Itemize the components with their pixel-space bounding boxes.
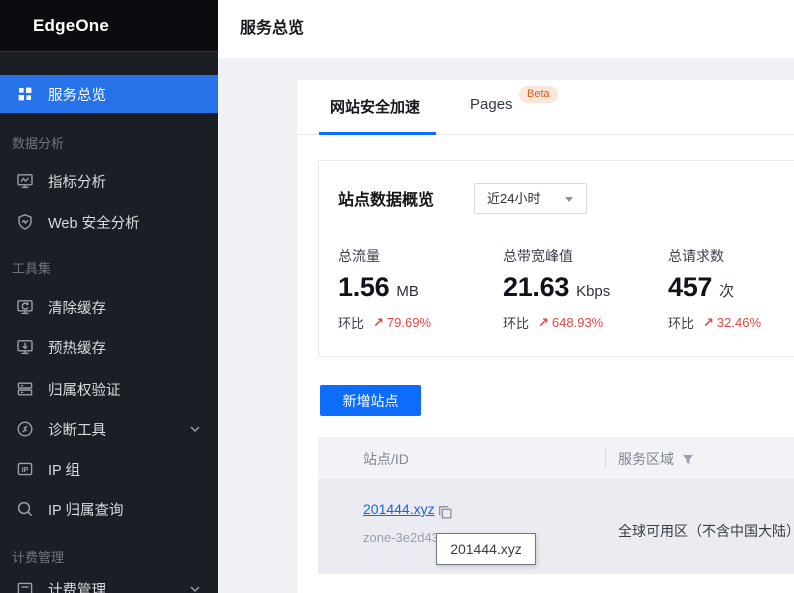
stat-compare: 环比 ↗79.69% (338, 313, 431, 332)
chevron-down-icon (190, 426, 200, 432)
sidebar-item-label: 计费管理 (48, 579, 106, 593)
time-range-select[interactable]: 近24小时 (474, 183, 587, 214)
trend-up-arrow-icon: ↗ (703, 315, 714, 331)
stat-total-requests: 总请求数 457 次 环比 ↗32.46% (668, 246, 761, 332)
stat-value: 21.63 Kbps (503, 272, 610, 302)
column-header-site-id: 站点/ID (363, 449, 409, 469)
dashboard-grid-icon (16, 85, 34, 103)
billing-icon (16, 580, 34, 593)
stat-peak-bandwidth: 总带宽峰值 21.63 Kbps 环比 ↗648.93% (503, 246, 610, 332)
sidebar-item-ownership-verification[interactable]: 归属权验证 (0, 370, 218, 408)
time-range-value: 近24小时 (487, 184, 540, 213)
stat-number: 457 (668, 272, 712, 302)
tab-pages[interactable]: Pages (470, 96, 513, 113)
sidebar-item-metrics-analysis[interactable]: 指标分析 (0, 162, 218, 200)
sidebar-item-label: IP 组 (48, 459, 80, 480)
change-percent: 79.69% (387, 315, 431, 331)
sidebar-item-web-security-analysis[interactable]: Web 安全分析 (0, 203, 218, 241)
trend-up-arrow-icon: ↗ (538, 315, 549, 331)
sidebar: EdgeOne 服务总览 数据分析 指标分析 Web 安全分析 工具集 (0, 0, 218, 593)
trend-up-arrow-icon: ↗ (373, 315, 384, 331)
prewarm-cache-icon (16, 338, 34, 356)
sidebar-item-label: 清除缓存 (48, 297, 106, 318)
add-site-button[interactable]: 新增站点 (320, 385, 421, 416)
svg-text:IP: IP (22, 467, 29, 474)
sidebar-item-label: 预热缓存 (48, 337, 106, 358)
ownership-server-icon (16, 380, 34, 398)
stat-value: 457 次 (668, 272, 761, 302)
active-tab-underline (319, 132, 436, 135)
sidebar-item-label: 归属权验证 (48, 379, 121, 400)
sidebar-item-purge-cache[interactable]: 清除缓存 (0, 288, 218, 326)
sidebar-item-prewarm-cache[interactable]: 预热缓存 (0, 328, 218, 366)
sidebar-section-billing: 计费管理 (12, 547, 212, 566)
stat-unit: Kbps (576, 283, 610, 300)
topbar: 服务总览 (218, 0, 794, 58)
stats-panel-title: 站点数据概览 (338, 186, 434, 210)
site-domain-link[interactable]: 201444.xyz (363, 501, 435, 517)
tab-site-acceleration[interactable]: 网站安全加速 (330, 96, 420, 117)
column-header-service-region: 服务区域 (618, 449, 694, 469)
page-title: 服务总览 (240, 0, 304, 58)
beta-badge: Beta (519, 86, 558, 103)
copy-tooltip: 201444.xyz (436, 533, 536, 565)
sidebar-item-billing-management[interactable]: 计费管理 (0, 570, 218, 593)
column-header-label: 服务区域 (618, 449, 674, 469)
compare-label: 环比 (338, 313, 364, 332)
stat-unit: MB (396, 283, 419, 300)
stat-label: 总请求数 (668, 246, 761, 264)
sidebar-item-diagnostic-tools[interactable]: 诊断工具 (0, 410, 218, 448)
sidebar-section-toolset: 工具集 (12, 258, 212, 277)
sidebar-item-label: Web 安全分析 (48, 212, 140, 233)
sidebar-item-service-overview[interactable]: 服务总览 (0, 75, 218, 113)
service-region-value: 全球可用区（不含中国大陆） (618, 521, 794, 541)
sidebar-item-label: IP 归属查询 (48, 499, 123, 520)
stat-number: 1.56 (338, 272, 389, 302)
zone-id-text: zone-3e2d43 (363, 530, 439, 545)
sidebar-item-ip-lookup[interactable]: IP 归属查询 (0, 490, 218, 528)
metrics-monitor-icon (16, 172, 34, 190)
logo-band: EdgeOne (0, 0, 218, 52)
filter-funnel-icon[interactable] (682, 454, 694, 465)
stat-unit: 次 (719, 280, 734, 301)
stat-label: 总带宽峰值 (503, 246, 610, 264)
diagnostic-compass-icon (16, 420, 34, 438)
sidebar-item-label: 服务总览 (48, 84, 106, 105)
sidebar-item-label: 诊断工具 (48, 419, 106, 440)
web-security-shield-icon (16, 213, 34, 231)
compare-label: 环比 (668, 313, 694, 332)
sidebar-section-data-analysis: 数据分析 (12, 133, 212, 152)
ip-lookup-search-icon (16, 500, 34, 518)
column-divider (605, 447, 606, 467)
sidebar-item-ip-group[interactable]: IP IP 组 (0, 450, 218, 488)
copy-icon[interactable] (437, 504, 453, 520)
ip-group-icon: IP (16, 460, 34, 478)
caret-down-icon (565, 197, 573, 202)
edgeone-console-page: EdgeOne 服务总览 数据分析 指标分析 Web 安全分析 工具集 (0, 0, 794, 593)
stat-number: 21.63 (503, 272, 569, 302)
stat-compare: 环比 ↗32.46% (668, 313, 761, 332)
change-percent: 648.93% (552, 315, 603, 331)
change-percent: 32.46% (717, 315, 761, 331)
sidebar-item-label: 指标分析 (48, 171, 106, 192)
stat-compare: 环比 ↗648.93% (503, 313, 610, 332)
stat-total-traffic: 总流量 1.56 MB 环比 ↗79.69% (338, 246, 431, 332)
purge-cache-icon (16, 298, 34, 316)
edgeone-logo: EdgeOne (33, 16, 109, 36)
chevron-down-icon (190, 586, 200, 592)
stat-value: 1.56 MB (338, 272, 431, 302)
compare-label: 环比 (503, 313, 529, 332)
stat-label: 总流量 (338, 246, 431, 264)
